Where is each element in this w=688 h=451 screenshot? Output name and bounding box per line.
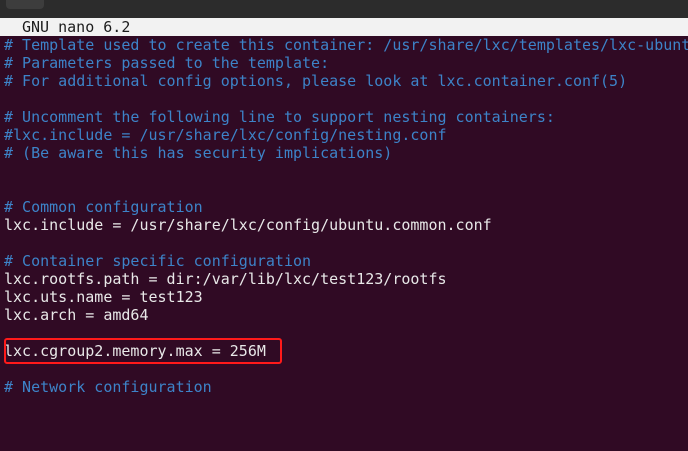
comment-line[interactable]: # (Be aware this has security implicatio… [4,144,688,162]
config-line[interactable]: lxc.rootfs.path = dir:/var/lib/lxc/test1… [4,270,688,288]
comment-line[interactable]: # Template used to create this container… [4,36,688,54]
comment-line[interactable]: # Parameters passed to the template: [4,54,688,72]
terminal-window: GNU nano 6.2 # Template used to create t… [0,0,688,451]
config-line[interactable]: lxc.arch = amd64 [4,306,688,324]
blank-line[interactable] [4,180,688,198]
blank-line[interactable] [4,360,688,378]
file-content[interactable]: # Template used to create this container… [4,36,688,396]
terminal-header-strip [0,0,688,18]
blank-line[interactable] [4,324,688,342]
config-line[interactable]: lxc.cgroup2.memory.max = 256M [4,342,688,360]
comment-line[interactable]: # Network configuration [4,378,688,396]
config-line[interactable]: lxc.include = /usr/share/lxc/config/ubun… [4,216,688,234]
terminal-tab[interactable] [6,0,44,9]
blank-line[interactable] [4,162,688,180]
comment-line[interactable]: # Container specific configuration [4,252,688,270]
comment-line[interactable]: #lxc.include = /usr/share/lxc/config/nes… [4,126,688,144]
blank-line[interactable] [4,234,688,252]
nano-title-bar: GNU nano 6.2 [0,18,688,36]
nano-version-label: GNU nano 6.2 [22,18,131,36]
comment-line[interactable]: # Uncomment the following line to suppor… [4,108,688,126]
comment-line[interactable]: # For additional config options, please … [4,72,688,90]
config-line[interactable]: lxc.uts.name = test123 [4,288,688,306]
comment-line[interactable]: # Common configuration [4,198,688,216]
editor-buffer[interactable]: # Template used to create this container… [4,36,688,451]
blank-line[interactable] [4,90,688,108]
